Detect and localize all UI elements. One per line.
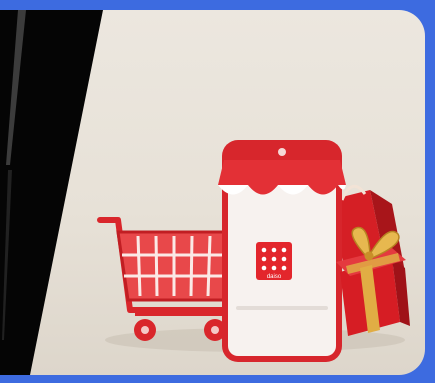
shopping-illustration: daiso [97,140,410,362]
shopping-cart-icon [97,217,242,341]
screenshot-frame: daiso [0,0,435,383]
daiso-brand-label: daiso [267,274,282,280]
promo-card[interactable]: daiso [0,10,425,375]
